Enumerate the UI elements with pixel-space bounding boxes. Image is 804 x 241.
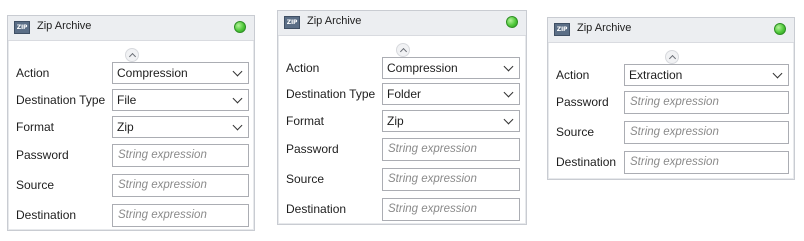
source-placeholder: String expression xyxy=(388,173,477,185)
chevron-down-icon xyxy=(772,68,783,79)
action-row: Action Compression xyxy=(8,62,254,84)
destination-input[interactable]: String expression xyxy=(382,198,520,221)
action-dropdown[interactable]: Extraction xyxy=(624,64,789,86)
password-placeholder: String expression xyxy=(118,149,207,161)
format-value: Zip xyxy=(387,114,404,128)
action-label: Action xyxy=(556,68,590,82)
panel-title: Zip Archive xyxy=(307,15,362,27)
password-placeholder: String expression xyxy=(388,143,477,155)
source-input[interactable]: String expression xyxy=(112,174,249,197)
format-label: Format xyxy=(286,114,325,128)
password-row: Password String expression xyxy=(8,144,254,167)
source-input[interactable]: String expression xyxy=(624,121,789,144)
zip-archive-panel[interactable]: ZIP Zip Archive Action Compression Desti… xyxy=(277,10,527,225)
password-input[interactable]: String expression xyxy=(112,144,249,167)
destination-input[interactable]: String expression xyxy=(112,204,249,227)
action-value: Compression xyxy=(387,61,458,75)
source-placeholder: String expression xyxy=(118,179,207,191)
chevron-down-icon xyxy=(232,120,243,131)
destination-type-row: Destination Type File xyxy=(8,89,254,111)
destination-placeholder: String expression xyxy=(630,156,719,168)
destination-type-dropdown[interactable]: Folder xyxy=(382,83,520,105)
password-placeholder: String expression xyxy=(630,96,719,108)
zip-icon: ZIP xyxy=(284,16,300,29)
source-label: Source xyxy=(556,125,595,139)
destination-type-label: Destination Type xyxy=(16,93,106,107)
destination-type-value: Folder xyxy=(387,87,422,101)
password-label: Password xyxy=(556,95,609,109)
chevron-down-icon xyxy=(503,61,514,72)
zip-icon: ZIP xyxy=(554,23,570,36)
destination-type-row: Destination Type Folder xyxy=(278,83,526,105)
action-label: Action xyxy=(286,61,320,75)
panel-header: ZIP Zip Archive xyxy=(278,11,526,36)
destination-label: Destination xyxy=(556,155,617,169)
destination-type-value: File xyxy=(117,93,137,107)
action-row: Action Extraction xyxy=(548,64,794,86)
destination-input[interactable]: String expression xyxy=(624,151,789,174)
format-dropdown[interactable]: Zip xyxy=(112,116,249,138)
chevron-down-icon xyxy=(503,114,514,125)
chevron-down-icon xyxy=(232,93,243,104)
destination-type-label: Destination Type xyxy=(286,87,376,101)
password-row: Password String expression xyxy=(548,91,794,114)
action-dropdown[interactable]: Compression xyxy=(112,62,249,84)
source-placeholder: String expression xyxy=(630,126,719,138)
format-value: Zip xyxy=(117,120,134,134)
format-row: Format Zip xyxy=(8,116,254,138)
format-label: Format xyxy=(16,120,55,134)
password-input[interactable]: String expression xyxy=(382,138,520,161)
destination-label: Destination xyxy=(286,202,347,216)
destination-row: Destination String expression xyxy=(8,204,254,227)
source-label: Source xyxy=(286,172,325,186)
action-row: Action Compression xyxy=(278,57,526,79)
destination-row: Destination String expression xyxy=(278,198,526,221)
format-dropdown[interactable]: Zip xyxy=(382,110,520,132)
password-label: Password xyxy=(286,142,339,156)
chevron-down-icon xyxy=(503,87,514,98)
source-input[interactable]: String expression xyxy=(382,168,520,191)
collapse-button[interactable] xyxy=(396,43,410,57)
action-label: Action xyxy=(16,66,50,80)
password-label: Password xyxy=(16,148,69,162)
zip-archive-panel[interactable]: ZIP Zip Archive Action Extraction Passwo… xyxy=(547,17,795,180)
password-input[interactable]: String expression xyxy=(624,91,789,114)
password-row: Password String expression xyxy=(278,138,526,161)
destination-placeholder: String expression xyxy=(388,203,477,215)
destination-type-dropdown[interactable]: File xyxy=(112,89,249,111)
status-indicator-icon xyxy=(506,16,518,28)
source-row: Source String expression xyxy=(548,121,794,144)
panel-title: Zip Archive xyxy=(37,20,92,32)
zip-archive-panel[interactable]: ZIP Zip Archive Action Compression Desti… xyxy=(7,15,255,231)
panel-title: Zip Archive xyxy=(577,22,632,34)
action-value: Compression xyxy=(117,66,188,80)
panel-header: ZIP Zip Archive xyxy=(8,16,254,41)
collapse-button[interactable] xyxy=(125,48,139,62)
status-indicator-icon xyxy=(234,21,246,33)
destination-placeholder: String expression xyxy=(118,209,207,221)
source-row: Source String expression xyxy=(278,168,526,191)
zip-icon: ZIP xyxy=(14,21,30,34)
format-row: Format Zip xyxy=(278,110,526,132)
chevron-down-icon xyxy=(232,66,243,77)
destination-label: Destination xyxy=(16,208,77,222)
source-label: Source xyxy=(16,178,55,192)
status-indicator-icon xyxy=(774,23,786,35)
action-value: Extraction xyxy=(629,68,683,82)
panel-header: ZIP Zip Archive xyxy=(548,18,794,43)
destination-row: Destination String expression xyxy=(548,151,794,174)
source-row: Source String expression xyxy=(8,174,254,197)
action-dropdown[interactable]: Compression xyxy=(382,57,520,79)
collapse-button[interactable] xyxy=(665,50,679,64)
